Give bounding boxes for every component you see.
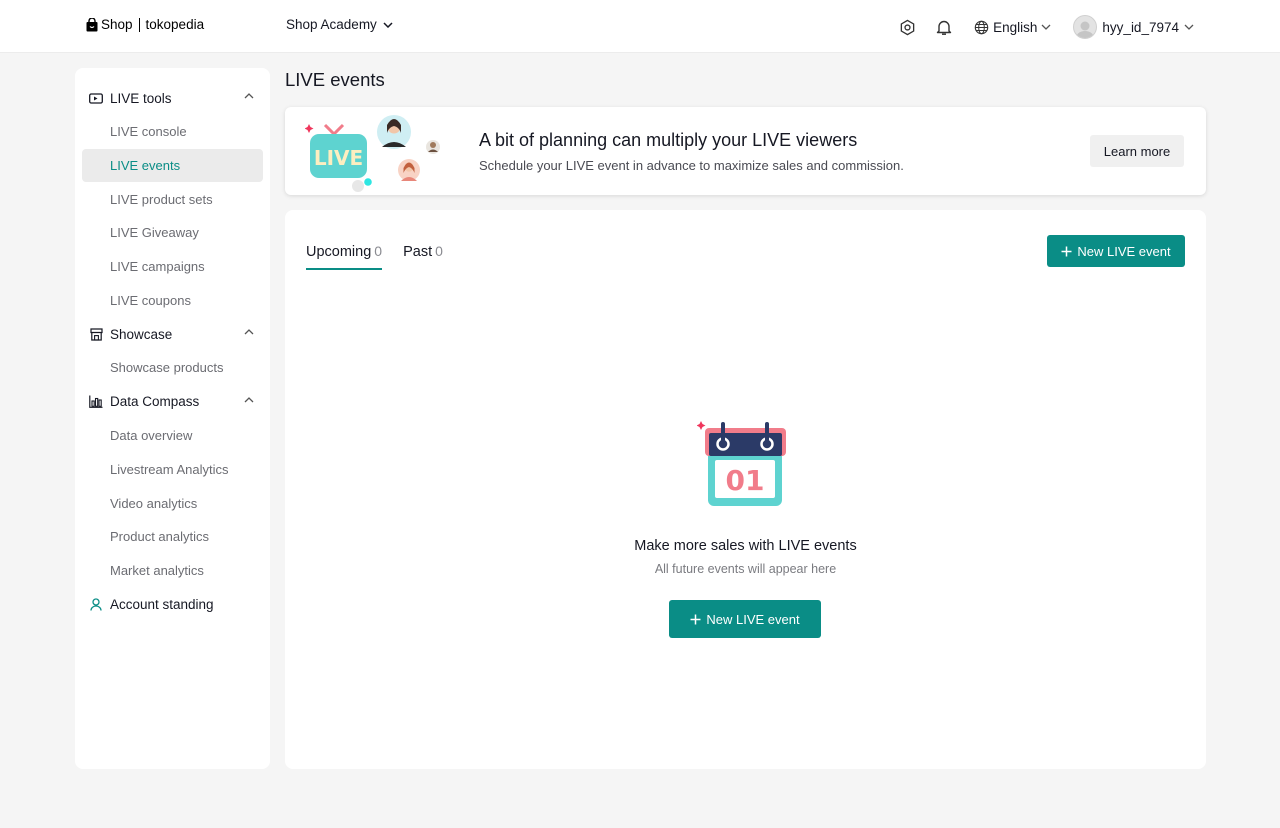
- sidebar: LIVE tools LIVE console LIVE events LIVE…: [75, 68, 270, 769]
- sidebar-item-market-analytics[interactable]: Market analytics: [82, 554, 263, 588]
- new-live-event-button[interactable]: New LIVE event: [1047, 235, 1185, 267]
- banner-title: A bit of planning can multiply your LIVE…: [479, 130, 858, 150]
- empty-state-new-live-event-button[interactable]: New LIVE event: [669, 600, 821, 638]
- tab-past[interactable]: Past 0: [403, 243, 443, 270]
- logo-divider: [138, 17, 140, 32]
- sidebar-item-data-overview[interactable]: Data overview: [82, 419, 263, 453]
- sidebar-section-data-compass[interactable]: Data Compass: [75, 385, 270, 419]
- tab-count: 0: [435, 243, 443, 259]
- button-label: New LIVE event: [1077, 243, 1171, 259]
- sidebar-item-live-console[interactable]: LIVE console: [82, 115, 263, 149]
- sidebar-item-live-events[interactable]: LIVE events: [82, 148, 263, 183]
- tab-label: Upcoming: [306, 244, 372, 260]
- shop-academy-label: Shop Academy: [286, 17, 377, 32]
- top-bar: Shop tokopedia Shop Academy English hyy_…: [0, 0, 1280, 53]
- sidebar-item-live-campaigns[interactable]: LIVE campaigns: [82, 250, 263, 284]
- tab-upcoming[interactable]: Upcoming 0: [306, 243, 383, 270]
- sidebar-section-showcase[interactable]: Showcase: [75, 317, 270, 351]
- tab-label: Past: [403, 244, 433, 260]
- chevron-up-icon: [244, 93, 254, 99]
- chevron-up-icon: [244, 396, 254, 403]
- sidebar-item-live-giveaway[interactable]: LIVE Giveaway: [82, 216, 263, 250]
- event-tabs: Upcoming 0 Past 0: [306, 243, 464, 270]
- notification-bell-icon[interactable]: [934, 17, 954, 37]
- chevron-down-icon: [383, 21, 393, 28]
- plus-icon: [1061, 246, 1072, 256]
- bar-chart-icon: [89, 395, 103, 409]
- person-icon: [89, 597, 103, 611]
- banner-art-live-text: LIVE: [314, 146, 363, 170]
- username: hyy_id_7974: [1102, 19, 1179, 35]
- sidebar-item-showcase-products[interactable]: Showcase products: [82, 351, 263, 385]
- section-title: LIVE tools: [110, 90, 172, 106]
- chevron-up-icon: [244, 329, 254, 335]
- logo-partner-text: tokopedia: [145, 17, 205, 32]
- sidebar-item-live-coupons[interactable]: LIVE coupons: [82, 283, 263, 317]
- page-title: LIVE events: [285, 69, 385, 90]
- shop-academy-menu[interactable]: Shop Academy: [286, 17, 393, 32]
- live-camera-icon: [89, 91, 103, 105]
- language-label: English: [993, 19, 1038, 35]
- sidebar-item-livestream-analytics[interactable]: Livestream Analytics: [82, 453, 263, 487]
- shopping-bag-icon: [86, 17, 98, 31]
- settings-hexagon-icon[interactable]: [897, 17, 917, 37]
- tab-count: 0: [374, 243, 383, 259]
- button-label: New LIVE event: [706, 611, 800, 627]
- empty-state-subtitle: All future events will appear here: [654, 562, 837, 576]
- logo-shop-text: Shop: [101, 17, 133, 32]
- section-title: Showcase: [110, 326, 173, 342]
- header-actions: English hyy_id_7974: [880, 14, 1194, 40]
- avatar: [1073, 15, 1098, 39]
- sidebar-item-product-analytics[interactable]: Product analytics: [82, 520, 263, 554]
- section-title: Data Compass: [110, 394, 200, 410]
- sidebar-section-live-tools[interactable]: LIVE tools: [75, 81, 270, 115]
- sidebar-item-video-analytics[interactable]: Video analytics: [82, 486, 263, 520]
- shop-tokopedia-logo[interactable]: Shop tokopedia: [86, 17, 204, 32]
- sidebar-item-live-product-sets[interactable]: LIVE product sets: [82, 182, 263, 216]
- chevron-down-icon: [1184, 24, 1194, 30]
- plus-icon: [690, 614, 701, 624]
- user-menu[interactable]: hyy_id_7974: [1073, 15, 1194, 39]
- storefront-icon: [89, 327, 103, 341]
- globe-icon: [974, 20, 989, 34]
- learn-more-button[interactable]: Learn more: [1090, 135, 1184, 167]
- language-selector[interactable]: English: [974, 20, 1051, 35]
- calendar-illustration: 01: [697, 421, 786, 506]
- empty-state-title: Make more sales with LIVE events: [634, 538, 857, 554]
- calendar-day-text: 01: [726, 464, 765, 497]
- sidebar-item-account-standing[interactable]: Account standing: [75, 587, 270, 621]
- events-panel: Upcoming 0 Past 0 New LIVE event 01 Make m…: [285, 210, 1206, 769]
- live-promo-illustration: LIVE: [305, 115, 440, 192]
- account-standing-label: Account standing: [110, 596, 214, 612]
- user-silhouette-icon: [1076, 21, 1095, 38]
- chevron-down-icon: [1041, 24, 1051, 30]
- banner-subtitle: Schedule your LIVE event in advance to m…: [479, 158, 904, 173]
- planning-banner: LIVE A bit of planning can multiply your…: [285, 107, 1206, 195]
